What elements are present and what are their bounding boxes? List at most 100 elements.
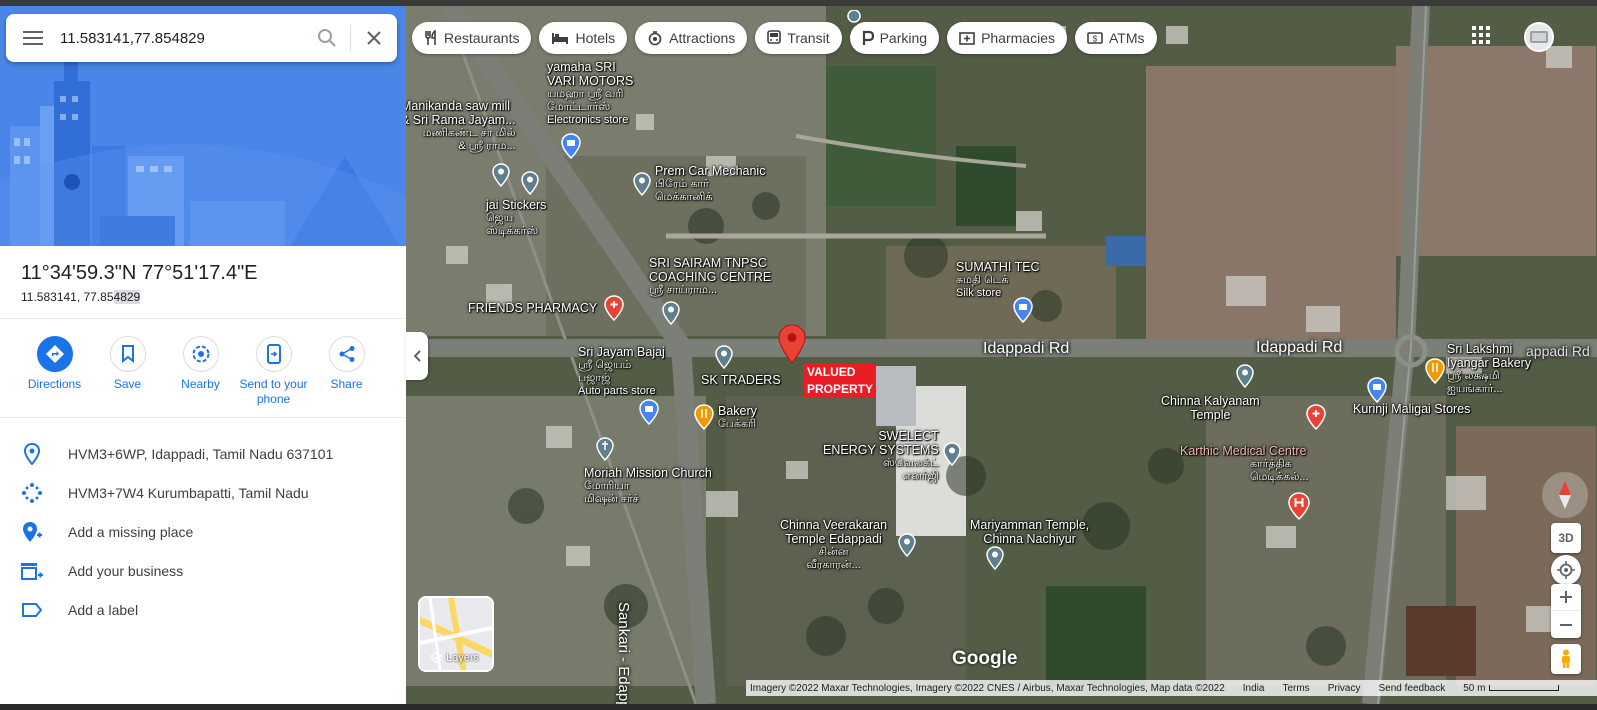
- zoom-out-button[interactable]: [1551, 611, 1581, 638]
- add-label-row[interactable]: Add a label: [0, 590, 406, 629]
- bakery-pin-icon[interactable]: [1425, 358, 1445, 384]
- apps-grid-icon[interactable]: [1472, 26, 1490, 49]
- chip-restaurants[interactable]: Restaurants: [412, 22, 532, 54]
- address-row[interactable]: HVM3+6WP, Idappadi, Tamil Nadu 637101: [0, 434, 406, 473]
- school-pin-icon[interactable]: [662, 301, 680, 325]
- chip-attractions[interactable]: Attractions: [635, 22, 748, 54]
- send-to-phone-label: Send to your phone: [239, 377, 308, 406]
- attribution-text: Imagery ©2022 Maxar Technologies, Imager…: [750, 682, 1225, 694]
- label-swelect-tamil: ஸ்வெலக்ட் எனர்ஜி: [882, 457, 939, 482]
- shopping-pin-icon[interactable]: [1367, 377, 1387, 403]
- search-icon[interactable]: [304, 14, 350, 62]
- temple-pin-icon[interactable]: [986, 546, 1004, 570]
- search-input[interactable]: [60, 29, 304, 47]
- menu-icon[interactable]: [6, 30, 60, 46]
- directions-icon: [36, 336, 73, 372]
- label-yamaha[interactable]: yamaha SRI VARI MOTORS யமஹா ஸ்ரீ வரி மோட்…: [547, 60, 633, 127]
- label-sumathi[interactable]: SUMATHI TEC சுமதி டெக் Silk store: [956, 260, 1040, 300]
- directions-button[interactable]: Directions: [18, 336, 91, 407]
- three-d-button[interactable]: 3D: [1551, 523, 1581, 553]
- label-manikanda[interactable]: Manikanda saw mill & Sri Rama Jayam...மண…: [406, 99, 516, 153]
- label-sairam[interactable]: SRI SAIRAM TNPSC COACHING CENTRE ஸ்ரீ சாய…: [649, 256, 771, 297]
- plus-code-text: HVM3+7W4 Kurumbapatti, Tamil Nadu: [68, 484, 309, 501]
- add-missing-place-row[interactable]: Add a missing place: [0, 512, 406, 551]
- close-icon[interactable]: [351, 14, 397, 62]
- layers-icon: [430, 652, 442, 663]
- save-button[interactable]: Save: [91, 336, 164, 407]
- temple-pin-icon[interactable]: [898, 533, 916, 557]
- scale-bar[interactable]: 50 m: [1463, 682, 1560, 694]
- pegman-icon: [1562, 649, 1570, 668]
- decimal-coordinates[interactable]: 11.583141, 77.854829: [21, 290, 141, 304]
- add-business-text: Add your business: [68, 562, 184, 579]
- svg-text:$: $: [1093, 35, 1098, 44]
- label-mariyamman[interactable]: Mariyamman Temple, Chinna Nachiyur: [970, 518, 1089, 546]
- label-friends-name: FRIENDS PHARMACY: [468, 301, 598, 315]
- church-pin-icon[interactable]: [596, 437, 614, 461]
- zoom-in-button[interactable]: [1551, 584, 1581, 611]
- label-jai[interactable]: jai Stickers ஜெய ஸ்டிக்கர்ஸ்: [486, 198, 546, 238]
- place-pin-icon[interactable]: [521, 171, 539, 195]
- footer-link-privacy[interactable]: Privacy: [1328, 683, 1361, 694]
- label-bajaj[interactable]: Sri Jayam Bajaj ஸ்ரீ ஜெயம் பஜாஜ் Auto part…: [578, 345, 665, 398]
- collapse-panel-button[interactable]: [406, 332, 428, 380]
- compass-button[interactable]: [1542, 472, 1588, 518]
- label-kurinji[interactable]: Kurinji Maligai Stores: [1353, 402, 1470, 416]
- label-kalyanam[interactable]: Chinna Kalyanam Temple: [1161, 394, 1260, 422]
- nearby-button[interactable]: Nearby: [164, 336, 237, 407]
- footer-link-india[interactable]: India: [1243, 683, 1265, 694]
- shopping-pin-icon[interactable]: [1013, 297, 1033, 323]
- dropped-pin-icon[interactable]: [778, 324, 806, 364]
- chip-transit[interactable]: Transit: [755, 22, 842, 54]
- pharmacy-pin-icon[interactable]: [1306, 404, 1326, 430]
- avatar[interactable]: [1524, 22, 1554, 52]
- place-pin-icon[interactable]: [633, 172, 651, 196]
- label-karthic[interactable]: Karthic Medical Centre கார்த்திக மெடிக்கல…: [1180, 444, 1309, 484]
- place-pin-icon[interactable]: [943, 442, 961, 466]
- plus-code-row[interactable]: HVM3+7W4 Kurumbapatti, Tamil Nadu: [0, 473, 406, 512]
- scale-label: 50 m: [1463, 682, 1486, 694]
- share-button[interactable]: Share: [310, 336, 383, 407]
- plus-code-icon: [0, 482, 68, 504]
- chip-parking[interactable]: Parking: [849, 22, 940, 54]
- label-mariyamman-name: Mariyamman Temple, Chinna Nachiyur: [970, 518, 1090, 546]
- street-view-button[interactable]: [1551, 644, 1581, 674]
- place-pin-icon[interactable]: [715, 345, 733, 369]
- pharmacy-pin-icon[interactable]: [604, 295, 624, 321]
- label-swelect[interactable]: SWELECT ENERGY SYSTEMS ஸ்வெலக்ட் எனர்ஜி: [823, 429, 939, 483]
- label-moriah[interactable]: Moriah Mission Church மோரியா மிஷன் சர்ச்: [584, 466, 712, 506]
- label-sairam-name: SRI SAIRAM TNPSC COACHING CENTRE: [649, 256, 772, 284]
- divider: [0, 318, 406, 319]
- layers-button[interactable]: Layers: [418, 596, 494, 672]
- chip-attractions-label: Attractions: [669, 30, 736, 46]
- account-icon: [1530, 31, 1548, 43]
- shopping-pin-icon[interactable]: [639, 399, 659, 425]
- footer-link-feedback[interactable]: Send feedback: [1378, 683, 1445, 694]
- chip-pharmacies[interactable]: Pharmacies: [947, 22, 1067, 54]
- place-pin-icon[interactable]: [492, 163, 510, 187]
- add-business-row[interactable]: Add your business: [0, 551, 406, 590]
- hospital-pin-icon[interactable]: [1288, 492, 1310, 520]
- place-title: 11°34'59.3"N 77°51'17.4"E: [21, 262, 258, 284]
- chip-parking-label: Parking: [879, 30, 928, 46]
- satellite-map[interactable]: Restaurants Hotels Attractions Transit P…: [406, 6, 1597, 704]
- fork-knife-icon: [425, 30, 436, 45]
- label-sk-traders[interactable]: SK TRADERS: [701, 373, 781, 387]
- label-sumathi-name: SUMATHI TEC: [956, 260, 1040, 274]
- chip-atms[interactable]: $ ATMs: [1074, 22, 1157, 54]
- label-bakery[interactable]: Bakery பேக்கரி: [718, 404, 757, 431]
- bakery-pin-icon[interactable]: [694, 404, 714, 430]
- temple-pin-icon[interactable]: [1236, 364, 1254, 388]
- window-bottom-bar: [0, 704, 1597, 710]
- my-location-button[interactable]: [1551, 555, 1581, 585]
- send-to-phone-button[interactable]: Send to your phone: [237, 336, 310, 407]
- label-prem[interactable]: Prem Car Mechanic பிரேம் கார் மெக்கானிக்: [655, 164, 765, 204]
- label-friends[interactable]: FRIENDS PHARMACY: [468, 301, 597, 315]
- chip-hotels[interactable]: Hotels: [539, 22, 628, 54]
- label-veerakaran[interactable]: Chinna Veerakaran Temple Edappadi சின்ன வ…: [780, 518, 887, 572]
- footer-link-terms[interactable]: Terms: [1282, 683, 1309, 694]
- shopping-pin-icon[interactable]: [561, 133, 581, 159]
- label-jai-name: jai Stickers: [486, 198, 547, 212]
- label-lakshmi[interactable]: Sri Lakshmi Iyangar Bakery ஸ்ரீ லக்ஷ்மி ஐ…: [1447, 342, 1531, 396]
- parking-icon: [862, 30, 874, 45]
